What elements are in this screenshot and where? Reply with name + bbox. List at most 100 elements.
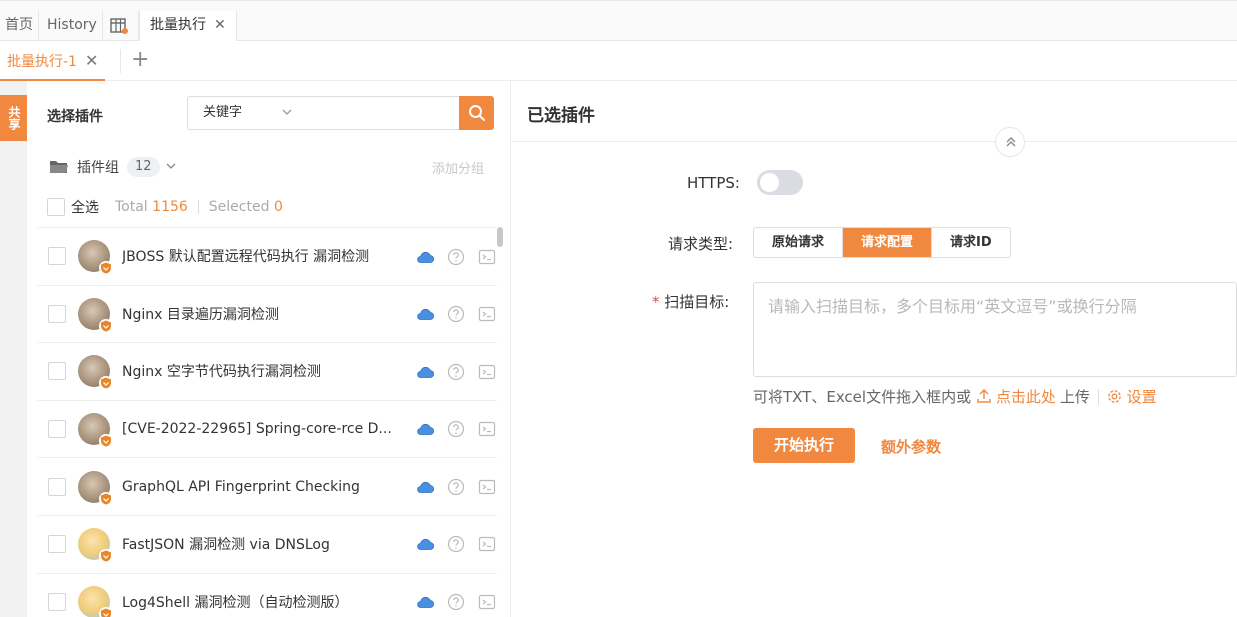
collapse-button[interactable] xyxy=(995,127,1025,157)
shield-icon xyxy=(99,261,113,276)
help-icon[interactable] xyxy=(446,247,466,267)
plugin-checkbox[interactable] xyxy=(48,477,66,496)
add-group-link[interactable]: 添加分组 xyxy=(432,158,484,177)
https-toggle[interactable] xyxy=(757,170,803,195)
close-icon[interactable]: ✕ xyxy=(85,51,98,70)
terminal-icon[interactable] xyxy=(477,534,497,554)
extra-params-link[interactable]: 额外参数 xyxy=(881,436,941,457)
shield-icon xyxy=(99,318,113,333)
avatar xyxy=(78,585,113,617)
top-tab-bar: 首页 History 批量执行 ✕ xyxy=(0,0,1237,42)
divider xyxy=(511,141,1237,142)
scan-target-label: * 扫描目标: xyxy=(652,293,730,311)
plugin-list: JBOSS 默认配置远程代码执行 漏洞检测 Nginx 目录遍历漏洞检测 Nginx… xyxy=(37,227,497,617)
upload-icon xyxy=(977,389,991,403)
help-icon[interactable] xyxy=(446,362,466,382)
select-all-label[interactable]: 全选 xyxy=(71,197,99,217)
terminal-icon[interactable] xyxy=(477,419,497,439)
shield-icon xyxy=(99,376,113,391)
settings-link[interactable]: 设置 xyxy=(1107,386,1157,407)
start-execution-button[interactable]: 开始执行 xyxy=(753,428,855,463)
help-icon[interactable] xyxy=(446,304,466,324)
plugin-checkbox[interactable] xyxy=(48,247,66,266)
shield-icon xyxy=(99,606,113,617)
https-label: HTTPS: xyxy=(687,174,740,192)
group-count-badge: 12 xyxy=(127,157,160,177)
plugin-row[interactable]: Log4Shell 漏洞检测（自动检测版） xyxy=(37,574,497,617)
plugin-row[interactable]: [CVE-2022-22965] Spring-core-rce D... xyxy=(37,401,497,459)
help-icon[interactable] xyxy=(446,419,466,439)
plugin-row[interactable]: GraphQL API Fingerprint Checking xyxy=(37,458,497,516)
chevron-down-icon xyxy=(282,97,292,141)
chevron-down-icon xyxy=(166,160,176,174)
selected-count: 0 xyxy=(273,199,283,215)
cloud-icon[interactable] xyxy=(415,534,435,554)
shared-tab[interactable]: 共享 xyxy=(0,95,27,141)
plugin-checkbox[interactable] xyxy=(48,304,66,323)
plugin-checkbox[interactable] xyxy=(48,592,66,611)
panel-title: 已选插件 xyxy=(527,106,595,126)
avatar xyxy=(78,528,113,564)
request-type-label: 请求类型: xyxy=(668,235,734,253)
cloud-icon[interactable] xyxy=(415,247,435,267)
plugin-row[interactable]: Nginx 空字节代码执行漏洞检测 xyxy=(37,343,497,401)
search-icon xyxy=(469,105,485,121)
upload-link[interactable]: 点击此处 xyxy=(977,386,1056,407)
add-tab-icon[interactable]: + xyxy=(131,47,149,73)
scrollbar-thumb[interactable] xyxy=(497,227,503,247)
folder-icon xyxy=(50,161,68,173)
scrollbar[interactable] xyxy=(496,227,504,617)
cloud-icon[interactable] xyxy=(415,362,435,382)
divider xyxy=(120,49,121,73)
terminal-icon[interactable] xyxy=(477,592,497,612)
tab-batch-exec[interactable]: 批量执行 ✕ xyxy=(139,11,237,42)
avatar xyxy=(78,470,113,506)
search-button[interactable] xyxy=(459,96,494,130)
plugin-name: GraphQL API Fingerprint Checking xyxy=(122,478,360,495)
tab-home[interactable]: 首页 xyxy=(0,11,39,41)
plugin-name: [CVE-2022-22965] Spring-core-rce D... xyxy=(122,421,392,438)
plugin-name: Log4Shell 漏洞检测（自动检测版） xyxy=(122,594,349,611)
chevrons-up-icon xyxy=(1006,137,1016,147)
terminal-icon[interactable] xyxy=(477,247,497,267)
avatar xyxy=(78,355,113,391)
help-icon[interactable] xyxy=(446,477,466,497)
shield-icon xyxy=(99,491,113,506)
plugin-row[interactable]: FastJSON 漏洞检测 via DNSLog xyxy=(37,516,497,574)
help-icon[interactable] xyxy=(446,534,466,554)
cloud-icon[interactable] xyxy=(415,304,435,324)
scan-target-input[interactable] xyxy=(753,282,1237,377)
cloud-icon[interactable] xyxy=(415,419,435,439)
request-type-config[interactable]: 请求配置 xyxy=(843,228,933,257)
search-field-select[interactable]: 关键字 xyxy=(187,96,301,130)
plugin-select-panel: 选择插件 关键字 插件组 12 添加分组 全选 Total 1156 Selec… xyxy=(27,81,511,617)
terminal-icon[interactable] xyxy=(477,362,497,382)
tab-batch-exec-1[interactable]: 批量执行-1 ✕ xyxy=(0,41,106,81)
plugin-checkbox[interactable] xyxy=(48,535,66,554)
plugin-name: JBOSS 默认配置远程代码执行 漏洞检测 xyxy=(122,249,370,266)
selected-plugins-panel: 已选插件 HTTPS: 请求类型: 原始请求 请求配置 请求ID * 扫描目标:… xyxy=(511,81,1237,617)
request-type-id[interactable]: 请求ID xyxy=(932,228,1010,257)
cloud-icon[interactable] xyxy=(415,592,435,612)
close-icon[interactable]: ✕ xyxy=(214,17,226,33)
shield-icon xyxy=(99,434,113,449)
plugin-row[interactable]: Nginx 目录遍历漏洞检测 xyxy=(37,286,497,344)
tab-history[interactable]: History xyxy=(42,11,103,41)
request-type-raw[interactable]: 原始请求 xyxy=(754,228,844,257)
plugin-checkbox[interactable] xyxy=(48,362,66,381)
help-icon[interactable] xyxy=(446,592,466,612)
plugin-name: Nginx 目录遍历漏洞检测 xyxy=(122,306,279,323)
tab-table[interactable] xyxy=(104,11,139,41)
search-input[interactable] xyxy=(300,96,460,130)
plugin-group-selector[interactable]: 插件组 12 xyxy=(49,156,176,178)
selection-summary: 全选 Total 1156 Selected 0 xyxy=(47,197,283,217)
plugin-name: FastJSON 漏洞检测 via DNSLog xyxy=(122,537,330,554)
plugin-row[interactable]: JBOSS 默认配置远程代码执行 漏洞检测 xyxy=(37,228,497,286)
plugin-checkbox[interactable] xyxy=(48,420,66,439)
plugin-name: Nginx 空字节代码执行漏洞检测 xyxy=(122,364,321,381)
terminal-icon[interactable] xyxy=(477,477,497,497)
cloud-icon[interactable] xyxy=(415,477,435,497)
select-all-checkbox[interactable] xyxy=(47,198,65,216)
terminal-icon[interactable] xyxy=(477,304,497,324)
avatar xyxy=(78,297,113,333)
